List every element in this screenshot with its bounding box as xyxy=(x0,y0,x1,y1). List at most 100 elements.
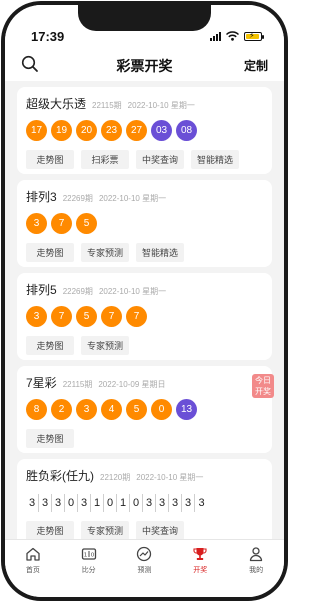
card-actions: 走势图 扫彩票 中奖查询 智能精选 xyxy=(26,150,263,169)
ball-row: 3 7 5 7 7 xyxy=(26,306,263,327)
lottery-card-7xc[interactable]: 7星彩 22115期 2022-10-09 星期日 今日 开奖 8 2 3 4 … xyxy=(17,366,274,453)
draw-date: 2022-10-10 星期一 xyxy=(98,287,167,296)
draw-date: 2022-10-10 星期一 xyxy=(136,473,204,482)
lottery-card-dlt[interactable]: 超级大乐透 22115期 2022-10-10 星期一 17 19 20 23 … xyxy=(17,87,272,174)
top-header: 彩票开奖 定制 xyxy=(5,47,284,81)
red-ball: 2 xyxy=(51,399,72,420)
blue-ball: 03 xyxy=(151,120,172,141)
smart-pick-button[interactable]: 智能精选 xyxy=(191,150,240,169)
red-ball: 5 xyxy=(126,399,147,420)
status-time: 17:39 xyxy=(31,29,65,44)
ball-row: 8 2 3 4 5 0 13 xyxy=(26,399,263,420)
svg-text:1: 1 xyxy=(83,553,87,559)
scoreboard-icon: 1 0 xyxy=(81,548,96,560)
trend-chart-button[interactable]: 走势图 xyxy=(26,150,74,169)
prize-check-button[interactable]: 中奖查询 xyxy=(136,521,185,539)
lottery-name: 胜负彩(任九) xyxy=(26,469,94,483)
expert-forecast-button[interactable]: 专家预测 xyxy=(81,336,130,355)
card-actions: 走势图 专家预测 xyxy=(26,336,263,355)
lottery-name: 排列3 xyxy=(26,190,57,204)
red-ball: 7 xyxy=(51,213,72,234)
svg-text:0: 0 xyxy=(90,553,94,559)
result-digit: 3 xyxy=(78,494,91,512)
tab-forecast[interactable]: 预测 xyxy=(117,540,173,597)
blue-ball: 08 xyxy=(176,120,197,141)
tab-label: 我的 xyxy=(249,567,264,574)
red-ball: 0 xyxy=(151,399,172,420)
result-digit: 3 xyxy=(169,494,182,512)
trend-chart-button[interactable]: 走势图 xyxy=(26,521,74,539)
scan-ticket-button[interactable]: 扫彩票 xyxy=(81,150,129,169)
prize-check-button[interactable]: 中奖查询 xyxy=(136,150,185,169)
red-ball: 27 xyxy=(126,120,147,141)
wifi-icon xyxy=(226,31,239,41)
issue-number: 22115期 xyxy=(92,101,122,110)
red-ball: 3 xyxy=(26,306,47,327)
red-ball: 5 xyxy=(76,306,97,327)
screen: 17:39 ⚡ 彩票开奖 定制 超级大乐透 22115期 2022-10-10 … xyxy=(5,5,284,597)
tab-draw-results[interactable]: 开奖 xyxy=(172,540,228,597)
today-badge-text: 今日 开奖 xyxy=(255,376,271,396)
card-header: 排列5 22269期 2022-10-10 星期一 xyxy=(26,281,263,298)
tab-label: 比分 xyxy=(81,567,96,574)
page-title: 彩票开奖 xyxy=(116,58,173,74)
battery-icon: ⚡ xyxy=(244,31,264,41)
red-ball: 7 xyxy=(101,306,122,327)
lottery-card-pl3[interactable]: 排列3 22269期 2022-10-10 星期一 3 7 5 走势图 专家预测… xyxy=(17,180,272,267)
customize-button[interactable]: 定制 xyxy=(244,57,268,74)
red-ball: 3 xyxy=(26,213,47,234)
red-ball: 7 xyxy=(51,306,72,327)
result-digit: 1 xyxy=(91,494,104,512)
result-digit: 3 xyxy=(26,494,39,512)
issue-number: 22269期 xyxy=(62,194,93,203)
ball-row: 3 7 5 xyxy=(26,213,263,234)
trend-icon xyxy=(137,546,152,562)
lottery-list: 超级大乐透 22115期 2022-10-10 星期一 17 19 20 23 … xyxy=(5,81,284,539)
card-actions: 走势图 专家预测 智能精选 xyxy=(26,243,263,262)
red-ball: 4 xyxy=(101,399,122,420)
tab-profile[interactable]: 我的 xyxy=(228,540,284,597)
status-icons: ⚡ xyxy=(210,31,264,41)
ball-row: 17 19 20 23 27 03 08 xyxy=(26,120,263,141)
tab-home[interactable]: 首页 xyxy=(5,540,61,597)
smart-pick-button[interactable]: 智能精选 xyxy=(136,243,185,262)
card-actions: 走势图 专家预测 中奖查询 xyxy=(26,521,263,539)
red-ball: 23 xyxy=(101,120,122,141)
issue-number: 22120期 xyxy=(100,473,131,482)
red-ball: 8 xyxy=(26,399,47,420)
signal-icon xyxy=(210,31,221,41)
trend-chart-button[interactable]: 走势图 xyxy=(26,429,74,448)
issue-number: 22269期 xyxy=(62,287,93,296)
result-digit: 3 xyxy=(156,494,169,512)
user-icon xyxy=(249,547,263,562)
tab-scores[interactable]: 1 0 比分 xyxy=(61,540,117,597)
tab-label: 预测 xyxy=(137,567,152,574)
lottery-name: 超级大乐透 xyxy=(26,97,87,111)
red-ball: 7 xyxy=(126,306,147,327)
lottery-name: 排列5 xyxy=(26,283,57,297)
card-header: 胜负彩(任九) 22120期 2022-10-10 星期一 xyxy=(26,467,263,484)
trend-chart-button[interactable]: 走势图 xyxy=(26,243,74,262)
today-draw-badge: 今日 开奖 xyxy=(252,374,274,398)
expert-forecast-button[interactable]: 专家预测 xyxy=(81,243,130,262)
trend-chart-button[interactable]: 走势图 xyxy=(26,336,74,355)
result-digit: 0 xyxy=(130,494,143,512)
lottery-name: 7星彩 xyxy=(26,376,57,390)
expert-forecast-button[interactable]: 专家预测 xyxy=(81,521,130,539)
result-digit: 3 xyxy=(143,494,156,512)
bottom-tab-bar: 首页 1 0 比分 预测 开奖 我的 xyxy=(5,539,284,597)
card-actions: 走势图 xyxy=(26,429,263,448)
card-header: 超级大乐透 22115期 2022-10-10 星期一 xyxy=(26,95,263,112)
result-digit: 3 xyxy=(39,494,52,512)
lottery-card-pl5[interactable]: 排列5 22269期 2022-10-10 星期一 3 7 5 7 7 走势图 … xyxy=(17,273,272,360)
red-ball: 3 xyxy=(76,399,97,420)
blue-ball: 13 xyxy=(176,399,197,420)
result-digit: 3 xyxy=(198,497,205,509)
phone-frame: 17:39 ⚡ 彩票开奖 定制 超级大乐透 22115期 2022-10-10 … xyxy=(1,1,288,601)
card-header: 排列3 22269期 2022-10-10 星期一 xyxy=(26,188,263,205)
lottery-card-sfc[interactable]: 胜负彩(任九) 22120期 2022-10-10 星期一 3 3 3 0 3 … xyxy=(17,459,272,539)
notch xyxy=(78,5,211,31)
tab-label: 首页 xyxy=(25,567,40,574)
issue-number: 22115期 xyxy=(62,380,93,389)
result-digit: 3 xyxy=(182,494,195,512)
